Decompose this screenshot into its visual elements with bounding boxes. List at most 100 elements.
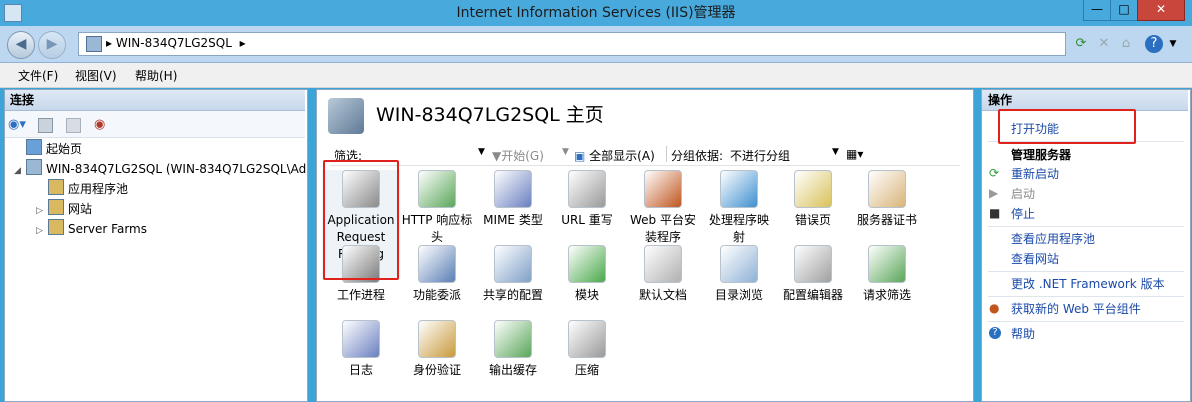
action-link[interactable]: 启动 [1011,185,1035,202]
feature-label-line: 压缩 [574,363,599,377]
page-title: WIN-834Q7LG2SQL 主页 [376,104,604,126]
feature-icon [494,245,532,283]
up-icon[interactable] [66,118,81,133]
feature-label-line: 服务器证书 [856,213,917,227]
home-icon[interactable]: ⌂ [1117,35,1135,53]
tree-node-icon [48,219,64,235]
show-all-button[interactable]: ▣ 全部显示(A) [574,147,655,164]
action-link[interactable]: 查看应用程序池 [1011,230,1095,247]
help-icon[interactable]: ? [1145,35,1163,53]
start-icon: ▶ [989,186,999,200]
address-path: ▸ WIN-834Q7LG2SQL ▸ [106,36,246,50]
feature-item[interactable]: 处理程序映射 [700,170,778,246]
action-link[interactable]: 查看网站 [1011,250,1059,267]
feature-item[interactable]: 共享的配置 [474,245,552,304]
feature-item[interactable]: Web 平台安 装程序 [624,170,702,246]
filter-dropdown-icon[interactable]: ▼ [478,147,485,157]
feature-icon [418,245,456,283]
feature-icon [418,170,456,208]
back-button[interactable]: ◀ [7,31,35,59]
feature-label-line: 身份验证 [412,363,461,377]
window-title: Internet Information Services (IIS)管理器 [456,5,736,21]
feature-icon [568,320,606,358]
feature-label-line: 装程序 [644,230,681,244]
action-link[interactable]: 重新启动 [1011,165,1059,182]
tree-expander-icon[interactable]: ▷ [36,222,48,240]
tree-item-label: Server Farms [68,222,147,236]
feature-icon [418,320,456,358]
feature-label-line: 日志 [348,363,373,377]
feature-icon [342,320,380,358]
feature-icon [720,245,758,283]
tree-expander-icon[interactable]: ▷ [36,202,48,220]
forward-button[interactable]: ▶ [38,31,66,59]
group-by-select[interactable]: 不进行分组 [730,147,790,164]
actions-separator [988,271,1184,272]
feature-item[interactable]: 输出缓存 [474,320,552,379]
highlight-box-action [998,109,1136,144]
connect-icon[interactable]: ◉▾ [8,117,26,132]
highlight-box-feature [323,160,399,280]
feature-item[interactable]: 配置编辑器 [774,245,852,304]
feature-item[interactable]: 服务器证书 [848,170,926,229]
feature-item[interactable]: MIME 类型 [474,170,552,229]
stop-icon[interactable]: ✕ [1095,35,1113,53]
tree-expander-icon[interactable]: ◢ [14,162,26,180]
filter-divider [666,146,667,162]
feature-icon [720,170,758,208]
tree-node-icon [26,159,42,175]
feature-item[interactable]: 模块 [548,245,626,304]
menu-bar [0,63,1192,88]
disconnect-icon[interactable]: ◉ [94,117,105,132]
feature-item[interactable]: 默认文档 [624,245,702,304]
refresh-icon[interactable]: ⟳ [1072,35,1090,53]
action-link[interactable]: 帮助 [1011,325,1035,342]
feature-label-line: 工作进程 [336,288,385,302]
start-dropdown-icon[interactable]: ▼ [562,147,569,157]
close-button[interactable]: ✕ [1137,0,1185,21]
feature-label-line: 模块 [574,288,599,302]
minimize-button[interactable]: — [1083,0,1111,21]
menu-help[interactable]: 帮助(H) [135,67,177,84]
action-link[interactable]: 获取新的 Web 平台组件 [1011,300,1141,317]
save-icon[interactable] [38,118,53,133]
feature-label-line: 输出缓存 [488,363,537,377]
feature-item[interactable]: 身份验证 [398,320,476,379]
help-dropdown-icon[interactable]: ▼ [1164,35,1182,53]
feature-label-line: 射 [732,230,745,244]
tree-node-icon [48,199,64,215]
feature-item[interactable]: 请求筛选 [848,245,926,304]
feature-icon [644,170,682,208]
tree-item[interactable]: 起始页 [14,139,82,158]
actions-header: 操作 [982,90,1188,111]
tree-node-icon [26,139,42,155]
feature-item[interactable]: 错误页 [774,170,852,229]
actions-separator [988,321,1184,322]
feature-item[interactable]: 日志 [322,320,400,379]
feature-label-line: 头 [430,230,443,244]
feature-icon [568,170,606,208]
feature-item[interactable]: 目录浏览 [700,245,778,304]
feature-item[interactable]: URL 重写 [548,170,626,229]
action-link[interactable]: 更改 .NET Framework 版本 [1011,275,1165,292]
start-filter-button[interactable]: ▼开始(G) [492,147,544,164]
action-link[interactable]: 停止 [1011,205,1035,222]
menu-file[interactable]: 文件(F) [18,67,58,84]
group-by-dropdown-icon[interactable]: ▼ [832,147,839,157]
tree-item[interactable]: ▷ Server Farms [36,219,147,240]
tree-item[interactable]: ▷ 网站 [36,199,92,220]
actions-separator [988,296,1184,297]
feature-label-line: Web 平台安 [630,213,696,227]
menu-view[interactable]: 视图(V) [75,67,117,84]
feature-item[interactable]: 压缩 [548,320,626,379]
feature-item[interactable]: 功能委派 [398,245,476,304]
view-toggle-button[interactable]: ▦▾ [846,147,863,161]
feature-icon [868,170,906,208]
tree-item[interactable]: ◢ WIN-834Q7LG2SQL (WIN-834Q7LG2SQL\Ad [14,159,306,180]
feature-item[interactable]: HTTP 响应标头 [398,170,476,246]
feature-label-line: URL 重写 [561,213,613,227]
show-all-icon: ▣ [574,149,586,163]
filter-input[interactable] [372,145,484,161]
maximize-button[interactable]: □ [1110,0,1138,21]
tree-item[interactable]: 应用程序池 [36,179,128,198]
